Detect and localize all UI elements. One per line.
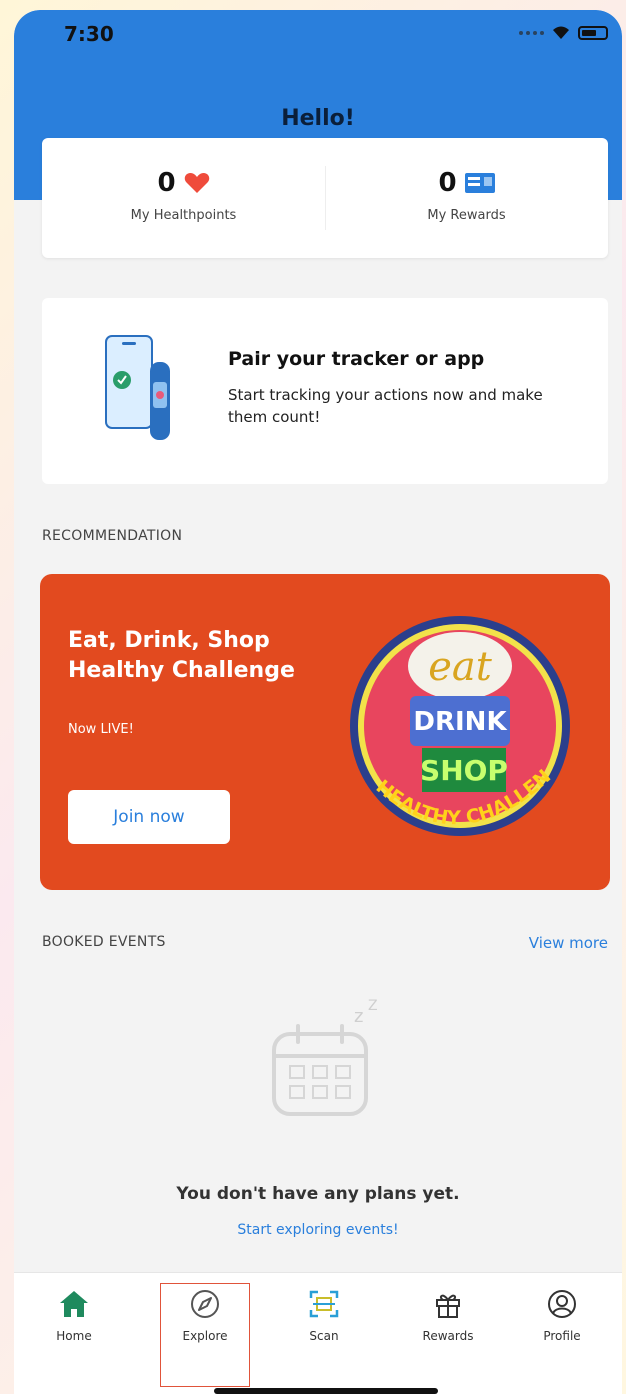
empty-events-title: You don't have any plans yet. — [176, 1184, 460, 1204]
booked-events-label: BOOKED EVENTS — [42, 934, 166, 950]
nav-rewards[interactable]: Rewards — [398, 1283, 498, 1343]
home-indicator[interactable] — [214, 1388, 438, 1394]
compass-icon — [191, 1290, 219, 1318]
nav-home-label: Home — [56, 1329, 92, 1343]
recommendation-label: RECOMMENDATION — [42, 528, 183, 544]
bottom-navigation: Home Explore Scan Rewards Profile — [14, 1272, 622, 1394]
rewards-summary[interactable]: 0 My Rewards — [325, 168, 608, 223]
nav-home[interactable]: Home — [24, 1283, 124, 1343]
battery-icon — [578, 26, 608, 40]
gift-icon — [436, 1294, 460, 1318]
profile-icon — [548, 1290, 576, 1318]
nav-profile[interactable]: Profile — [512, 1283, 612, 1343]
rewards-label: My Rewards — [427, 208, 506, 223]
nav-scan[interactable]: Scan — [274, 1283, 374, 1343]
status-icons — [519, 26, 608, 40]
heart-icon — [184, 173, 209, 193]
sleeping-calendar-icon: z Z — [272, 998, 378, 1116]
rewards-card-icon — [464, 173, 495, 193]
healthy-challenge-badge: eat DRINK SHOP HEALTHY CHALLENGE — [330, 598, 570, 836]
wifi-icon — [553, 26, 569, 39]
home-icon — [60, 1291, 88, 1317]
promo-title: Eat, Drink, Shop Healthy Challenge — [68, 628, 295, 683]
signal-icon — [519, 31, 544, 35]
healthpoints-label: My Healthpoints — [130, 208, 237, 223]
greeting-title: Hello! — [281, 106, 355, 131]
nav-profile-label: Profile — [543, 1329, 581, 1343]
nav-explore[interactable]: Explore — [155, 1283, 255, 1343]
scan-icon — [309, 1290, 339, 1318]
badge-drink-text: DRINK — [413, 707, 507, 737]
pair-title: Pair your tracker or app — [228, 348, 485, 370]
promo-subtitle: Now LIVE! — [68, 722, 134, 737]
svg-text:Z: Z — [368, 998, 378, 1014]
pair-tracker-card[interactable]: Pair your tracker or app Start tracking … — [42, 298, 608, 484]
join-now-button[interactable]: Join now — [68, 790, 230, 844]
pair-description: Start tracking your actions now and make… — [228, 386, 543, 426]
rewards-value: 0 — [438, 168, 457, 198]
healthpoints-summary[interactable]: 0 My Healthpoints — [42, 168, 325, 223]
challenge-promo-banner[interactable]: Eat, Drink, Shop Healthy Challenge Now L… — [40, 574, 610, 890]
points-card: 0 My Healthpoints 0 My Rewards — [42, 138, 608, 258]
nav-rewards-label: Rewards — [422, 1329, 474, 1343]
app-screen: 7:30 Hello! 0 My Healthpoints 0 My Rewar… — [14, 10, 622, 1394]
svg-text:z: z — [354, 1006, 363, 1027]
status-bar: 7:30 — [14, 10, 622, 60]
view-more-link[interactable]: View more — [529, 934, 608, 952]
healthpoints-value: 0 — [157, 168, 176, 198]
status-time: 7:30 — [64, 22, 114, 46]
badge-eat-text: eat — [428, 644, 493, 690]
nav-scan-label: Scan — [309, 1329, 339, 1343]
phone-tracker-illustration — [105, 335, 170, 440]
start-exploring-link[interactable]: Start exploring events! — [14, 1222, 622, 1238]
nav-explore-label: Explore — [182, 1329, 228, 1343]
badge-shop-text: SHOP — [420, 754, 508, 787]
